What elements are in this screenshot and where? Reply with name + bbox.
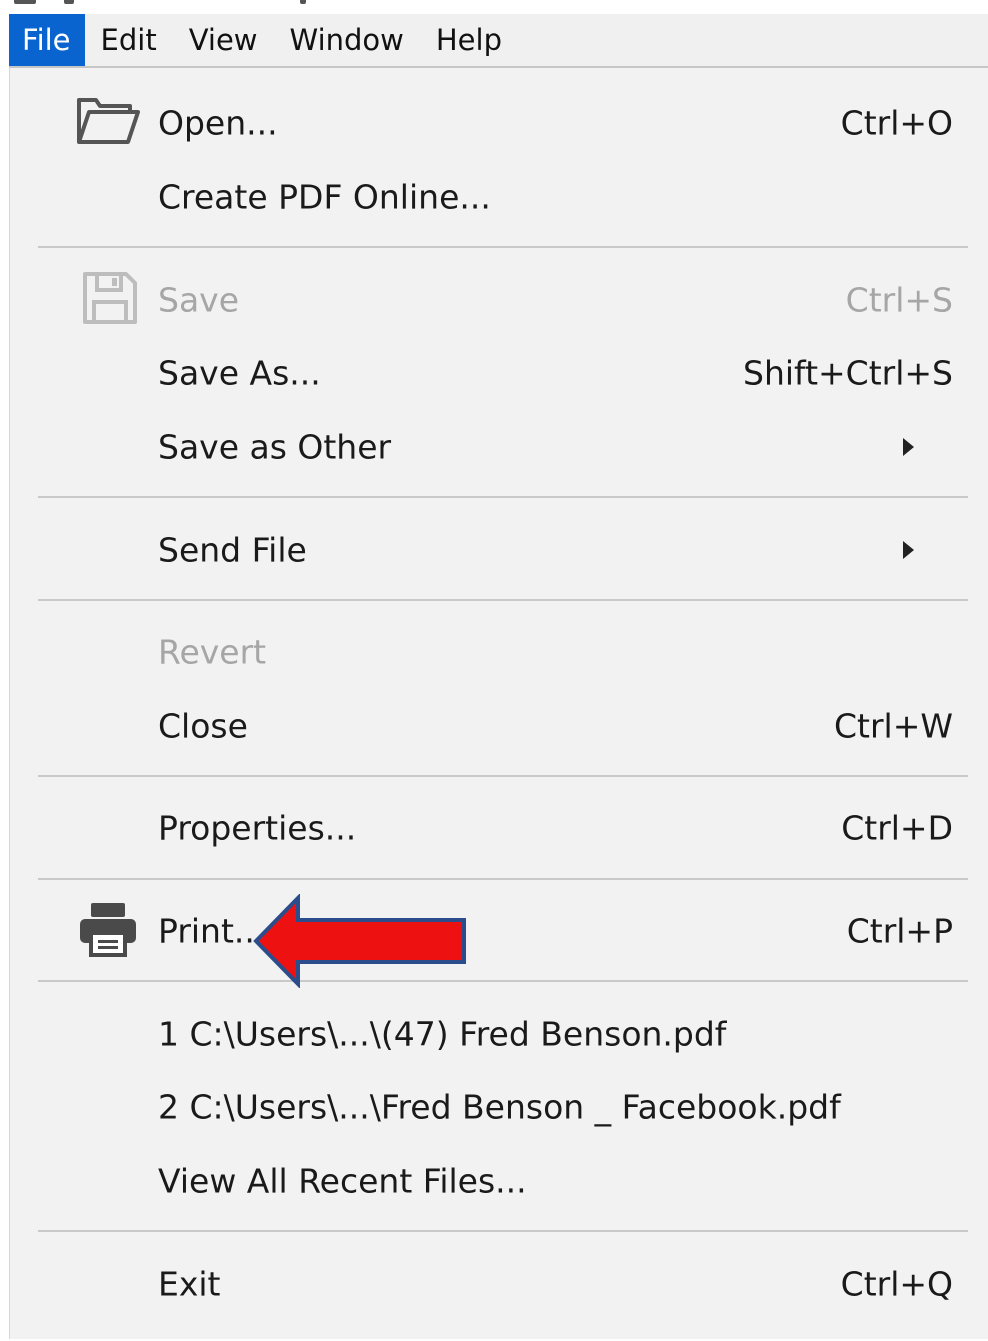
menu-bar: File Edit View Window Help (9, 14, 988, 68)
menu-item-recent-file-1-label: 1 C:\Users\...\(47) Fred Benson.pdf (158, 1014, 727, 1054)
menu-item-close[interactable]: Close Ctrl+W (10, 691, 988, 761)
menu-item-print-label: Print... (158, 911, 266, 951)
menu-item-print-shortcut: Ctrl+P (846, 911, 953, 951)
menu-item-exit[interactable]: Exit Ctrl+Q (10, 1249, 988, 1319)
menu-item-properties-shortcut: Ctrl+D (841, 808, 953, 848)
folder-open-icon (76, 96, 140, 150)
menu-help[interactable]: Help (420, 14, 518, 66)
menu-item-save-as[interactable]: Save As... Shift+Ctrl+S (10, 338, 988, 408)
menu-item-save-label: Save (158, 280, 240, 320)
menu-item-close-shortcut: Ctrl+W (834, 706, 953, 746)
menu-separator (38, 246, 968, 248)
submenu-arrow-icon (903, 438, 914, 456)
menu-item-view-all-recent-files-label: View All Recent Files... (158, 1161, 527, 1201)
red-arrow-annotation-icon (253, 894, 466, 988)
menu-item-save-as-other-label: Save as Other (158, 427, 392, 467)
menu-separator (38, 599, 968, 601)
floppy-disk-icon (82, 271, 138, 329)
menu-item-send-file-label: Send File (158, 530, 307, 570)
menu-item-recent-file-1[interactable]: 1 C:\Users\...\(47) Fred Benson.pdf (10, 999, 988, 1069)
menu-item-create-pdf-online-label: Create PDF Online... (158, 177, 491, 217)
menu-item-save-shortcut: Ctrl+S (845, 280, 953, 320)
menu-item-recent-file-2-label: 2 C:\Users\...\Fred Benson _ Facebook.pd… (158, 1087, 841, 1127)
menu-item-save-as-shortcut: Shift+Ctrl+S (743, 353, 953, 393)
menu-item-revert: Revert (10, 617, 988, 687)
menu-item-save: Save Ctrl+S (10, 265, 988, 335)
menu-item-create-pdf-online[interactable]: Create PDF Online... (10, 162, 988, 232)
menu-separator (38, 980, 968, 982)
window-titlebar-remnant (0, 0, 988, 14)
menu-item-exit-label: Exit (158, 1264, 221, 1304)
menu-file[interactable]: File (9, 14, 85, 66)
menu-separator (38, 878, 968, 880)
file-menu-dropdown: Open... Ctrl+O Create PDF Online... Save… (9, 68, 988, 1339)
menu-item-revert-label: Revert (158, 632, 267, 672)
menu-edit[interactable]: Edit (85, 14, 173, 66)
submenu-arrow-icon (903, 541, 914, 559)
menu-item-save-as-other[interactable]: Save as Other (10, 412, 988, 482)
menu-separator (38, 775, 968, 777)
menu-item-close-label: Close (158, 706, 248, 746)
menu-item-open-shortcut: Ctrl+O (840, 103, 953, 143)
menu-item-send-file[interactable]: Send File (10, 515, 988, 585)
printer-icon (78, 901, 138, 961)
menu-item-recent-file-2[interactable]: 2 C:\Users\...\Fred Benson _ Facebook.pd… (10, 1072, 988, 1142)
menu-window[interactable]: Window (274, 14, 420, 66)
menu-item-view-all-recent-files[interactable]: View All Recent Files... (10, 1146, 988, 1216)
menu-item-save-as-label: Save As... (158, 353, 321, 393)
menu-item-print[interactable]: Print... Ctrl+P (10, 896, 988, 966)
menu-item-properties[interactable]: Properties... Ctrl+D (10, 793, 988, 863)
menu-item-exit-shortcut: Ctrl+Q (840, 1264, 953, 1304)
menu-item-properties-label: Properties... (158, 808, 357, 848)
menu-item-open-label: Open... (158, 103, 278, 143)
menu-item-open[interactable]: Open... Ctrl+O (10, 88, 988, 158)
menu-view[interactable]: View (173, 14, 274, 66)
menu-separator (38, 1230, 968, 1232)
menu-separator (38, 496, 968, 498)
